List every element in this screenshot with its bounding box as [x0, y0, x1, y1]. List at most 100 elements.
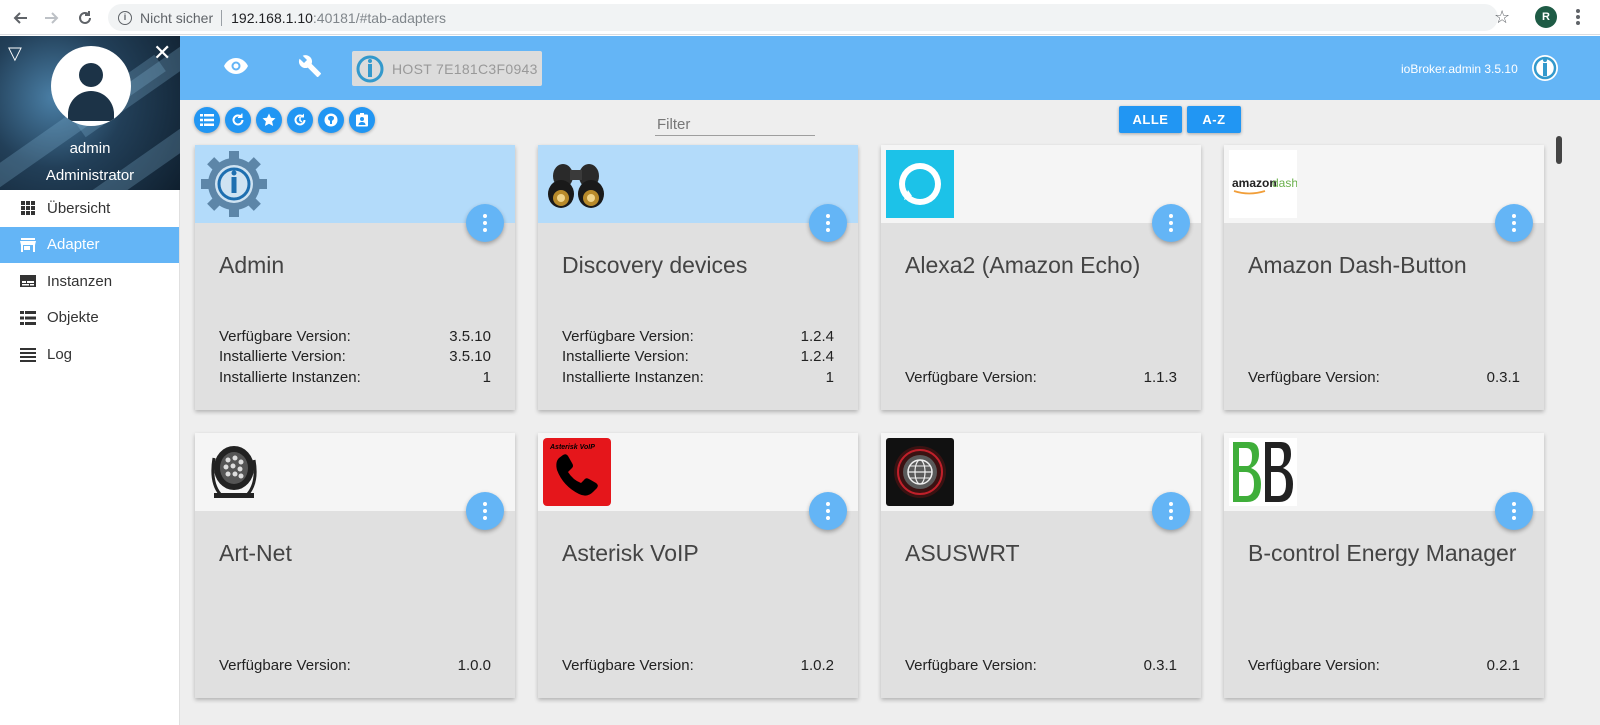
collapse-triangle-icon[interactable]: ▽ [8, 44, 22, 62]
filter-all-button[interactable]: ALLE [1119, 106, 1182, 133]
adapter-title: Asterisk VoIP [562, 540, 699, 566]
sidebar-item-log[interactable]: Log [0, 336, 179, 373]
browser-menu-icon[interactable] [1576, 6, 1582, 28]
row-label: Verfügbare Version: [219, 656, 351, 674]
adapter-menu-button[interactable] [466, 492, 504, 530]
card-header [538, 145, 858, 242]
logo-text: Asterisk VoIP [549, 444, 595, 451]
check-updates-button[interactable] [287, 107, 313, 133]
scrollbar-thumb[interactable] [1556, 136, 1562, 164]
adapter-card-asuswrt: ASUSWRT Verfügbare Version: 0.3.1 [881, 433, 1201, 698]
adapter-menu-button[interactable] [1152, 492, 1190, 530]
github-icon [324, 113, 338, 127]
sidebar-item-uebersicht[interactable]: Übersicht [0, 190, 179, 227]
host-selector[interactable]: HOST 7E181C3F0943 [352, 51, 542, 86]
security-label: Nicht sicher [140, 9, 214, 26]
store-icon [20, 237, 36, 252]
forward-icon[interactable] [40, 6, 64, 30]
globe-icon [886, 438, 954, 506]
custom-install-button[interactable] [349, 107, 375, 133]
amazon-dash-icon: amazon dash [1229, 150, 1297, 218]
back-icon[interactable] [8, 6, 32, 30]
adapter-card-discovery: Discovery devices Verfügbare Version: 1.2… [538, 145, 858, 410]
row-label: Verfügbare Version: [905, 368, 1037, 386]
user-role: Administrator [45, 167, 135, 184]
adapter-menu-button[interactable] [1495, 492, 1533, 530]
adapter-title: B-control Energy Manager [1248, 540, 1517, 566]
sort-az-button[interactable]: A-Z [1187, 106, 1241, 133]
adapter-title: Alexa2 (Amazon Echo) [905, 252, 1141, 278]
reload-icon[interactable] [73, 6, 97, 30]
available-version-row: Verfügbare Version: 0.2.1 [1248, 656, 1520, 677]
close-icon[interactable]: ✕ [153, 42, 171, 64]
adapter-card-admin: Admin Verfügbare Version: 3.5.10 Installi… [195, 145, 515, 410]
list-icon [20, 310, 36, 325]
available-version-row: Verfügbare Version: 1.0.0 [219, 656, 491, 677]
row-label: Installierte Version: [562, 348, 689, 365]
log-icon [20, 348, 36, 362]
adapter-menu-button[interactable] [809, 492, 847, 530]
logo-text: amazon [1232, 176, 1277, 190]
wrench-icon[interactable] [298, 54, 322, 78]
row-label: Verfügbare Version: [562, 656, 694, 674]
list-view-button[interactable] [194, 107, 220, 133]
installed-instances-row: Installierte Instanzen: 1 [219, 368, 491, 389]
iobroker-logo-icon [356, 55, 384, 82]
user-name: admin [69, 140, 111, 157]
row-label: Verfügbare Version: [905, 656, 1037, 674]
adapter-card-bcontrol: B-control Energy Manager Verfügbare Vers… [1224, 433, 1544, 698]
row-value: 1 [482, 368, 491, 386]
row-label: Verfügbare Version: [562, 327, 694, 345]
installed-version-row: Installierte Version: 3.5.10 [219, 347, 491, 368]
adapter-card-asterisk: Asterisk VoIP Asterisk VoIP Verfügbare V… [538, 433, 858, 698]
browser-toolbar: i Nicht sicher 192.168.1.10:40181/#tab-a… [0, 0, 1600, 35]
adapter-menu-button[interactable] [1152, 204, 1190, 242]
adapter-menu-button[interactable] [466, 204, 504, 242]
adapter-title: Admin [219, 252, 285, 278]
sidebar-item-objekte[interactable]: Objekte [0, 300, 179, 337]
row-value: 0.3.1 [1486, 368, 1520, 386]
avatar [51, 46, 131, 126]
adapter-title: Discovery devices [562, 252, 748, 278]
alexa-icon [886, 150, 954, 218]
scrollbar[interactable] [1556, 136, 1562, 725]
card-header [195, 433, 515, 530]
app-bar: HOST 7E181C3F0943 ioBroker.admin 3.5.10 [180, 36, 1600, 100]
info-icon[interactable]: i [118, 10, 132, 25]
card-header: Asterisk VoIP [538, 433, 858, 530]
row-value: 1.2.4 [800, 327, 834, 345]
logo-text: dash [1272, 176, 1297, 190]
bcontrol-icon [1229, 438, 1297, 506]
admin-gear-icon [201, 151, 267, 217]
profile-avatar[interactable]: R [1535, 6, 1557, 28]
card-header [881, 145, 1201, 242]
adapter-menu-button[interactable] [809, 204, 847, 242]
host-label: HOST 7E181C3F0943 [392, 60, 538, 77]
favorites-button[interactable] [256, 107, 282, 133]
available-version-row: Verfügbare Version: 0.3.1 [1248, 368, 1520, 389]
adapter-menu-button[interactable] [1495, 204, 1533, 242]
divider [221, 9, 223, 26]
adapter-card-artnet: Art-Net Verfügbare Version: 1.0.0 [195, 433, 515, 698]
installed-version-row: Installierte Version: 1.2.4 [562, 347, 834, 368]
installed-instances-row: Installierte Instanzen: 1 [562, 368, 834, 389]
adapter-info: Verfügbare Version: 0.3.1 [905, 656, 1177, 677]
row-label: Installierte Instanzen: [562, 368, 704, 386]
sidebar-item-instanzen[interactable]: Instanzen [0, 263, 179, 300]
sidebar-item-adapter[interactable]: Adapter [0, 226, 179, 263]
row-value: 0.2.1 [1486, 656, 1520, 674]
adapter-info: Verfügbare Version: 1.0.0 [219, 656, 491, 677]
sidebar: ▽ ✕ admin Administrator Übersicht Adapte… [0, 36, 180, 725]
bookmark-star-icon[interactable]: ☆ [1494, 7, 1510, 27]
adapter-info: Verfügbare Version: 1.2.4 Installierte Ve… [562, 327, 834, 389]
filter-input[interactable] [655, 114, 815, 136]
github-install-button[interactable] [318, 107, 344, 133]
row-label: Verfügbare Version: [1248, 656, 1380, 674]
eye-icon[interactable] [224, 58, 248, 74]
row-value: 0.3.1 [1143, 656, 1177, 674]
refresh-button[interactable] [225, 107, 251, 133]
list-icon [200, 114, 214, 126]
address-bar[interactable]: i Nicht sicher 192.168.1.10:40181/#tab-a… [108, 4, 1498, 31]
row-label: Installierte Instanzen: [219, 368, 361, 386]
adapter-title: Art-Net [219, 540, 292, 566]
